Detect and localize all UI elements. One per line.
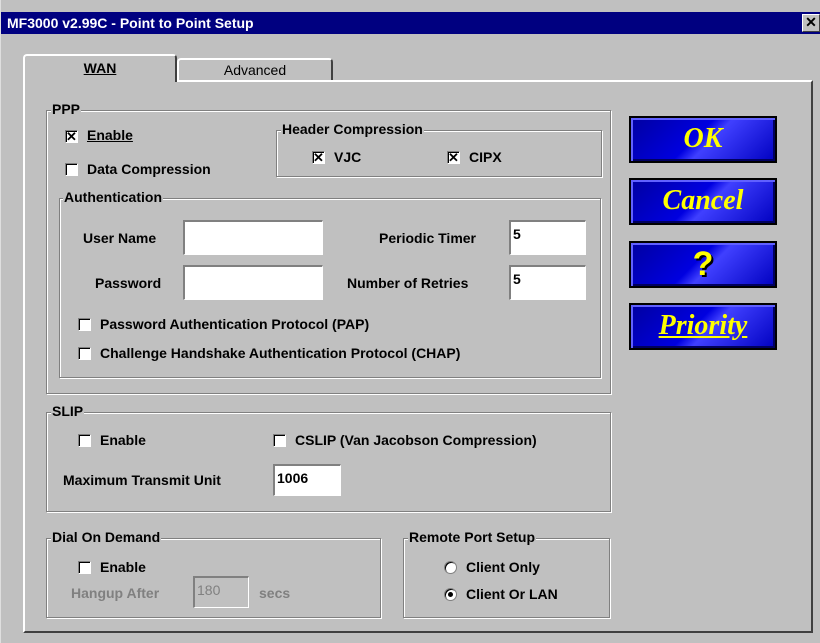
mtu-input[interactable]: 1006 (273, 464, 341, 496)
slip-group-title: SLIP (51, 403, 85, 419)
help-icon: ? (692, 245, 714, 283)
password-input[interactable] (183, 265, 323, 300)
help-button[interactable]: ? (629, 241, 777, 288)
retries-label: Number of Retries (347, 275, 469, 291)
priority-label: Priority (658, 310, 748, 341)
slip-enable-label: Enable (100, 432, 146, 448)
cslip-label: CSLIP (Van Jacobson Compression) (295, 432, 537, 448)
priority-button[interactable]: Priority (629, 303, 777, 350)
slip-enable-checkbox[interactable] (78, 434, 91, 447)
cipx-checkbox[interactable]: ✕ (447, 151, 460, 164)
dialog-window: MF3000 v2.99C - Point to Point Setup ✕ W… (0, 0, 820, 643)
data-compression-checkbox[interactable] (65, 163, 78, 176)
cipx-label: CIPX (469, 149, 502, 165)
secs-label: secs (259, 585, 291, 601)
chap-checkbox[interactable] (78, 347, 91, 360)
password-label: Password (95, 275, 162, 291)
periodic-timer-label: Periodic Timer (379, 230, 477, 246)
title-bar: MF3000 v2.99C - Point to Point Setup (1, 12, 820, 34)
tab-wan[interactable]: WAN (23, 54, 177, 82)
ppp-enable-checkbox[interactable]: ✕ (65, 130, 78, 143)
mtu-label: Maximum Transmit Unit (63, 472, 221, 488)
close-icon[interactable]: ✕ (802, 14, 820, 32)
window-title: MF3000 v2.99C - Point to Point Setup (7, 15, 254, 31)
client-only-radio[interactable] (444, 561, 457, 574)
tab-advanced-label: Advanced (223, 62, 287, 78)
header-compression-title: Header Compression (281, 121, 424, 137)
periodic-timer-input[interactable]: 5 (509, 220, 586, 255)
dod-enable-checkbox[interactable] (78, 561, 91, 574)
ppp-enable-label: Enable (87, 127, 133, 143)
data-compression-label: Data Compression (87, 161, 211, 177)
dod-enable-label: Enable (100, 559, 146, 575)
radio-selected-dot (448, 592, 453, 597)
pap-checkbox[interactable] (78, 318, 91, 331)
user-name-input[interactable] (183, 220, 323, 255)
remote-port-group (403, 538, 610, 618)
dial-on-demand-title: Dial On Demand (51, 529, 162, 545)
remote-port-title: Remote Port Setup (408, 529, 537, 545)
user-name-label: User Name (83, 230, 157, 246)
client-or-lan-label: Client Or LAN (466, 586, 558, 602)
tab-advanced[interactable]: Advanced (177, 58, 333, 81)
cancel-button[interactable]: Cancel (629, 178, 777, 225)
ppp-group-title: PPP (51, 101, 82, 117)
ok-button[interactable]: OK (629, 116, 777, 163)
client-only-label: Client Only (466, 559, 540, 575)
hangup-input[interactable]: 180 (193, 576, 249, 608)
retries-input[interactable]: 5 (509, 265, 586, 300)
cslip-checkbox[interactable] (273, 434, 286, 447)
slip-group (46, 412, 611, 512)
hangup-label: Hangup After (71, 585, 160, 601)
vjc-label: VJC (334, 149, 362, 165)
tab-wan-label: WAN (83, 60, 117, 76)
authentication-title: Authentication (63, 189, 163, 205)
client-or-lan-radio[interactable] (444, 588, 457, 601)
pap-label: Password Authentication Protocol (PAP) (100, 316, 370, 332)
chap-label: Challenge Handshake Authentication Proto… (100, 345, 461, 361)
vjc-checkbox[interactable]: ✕ (312, 151, 325, 164)
